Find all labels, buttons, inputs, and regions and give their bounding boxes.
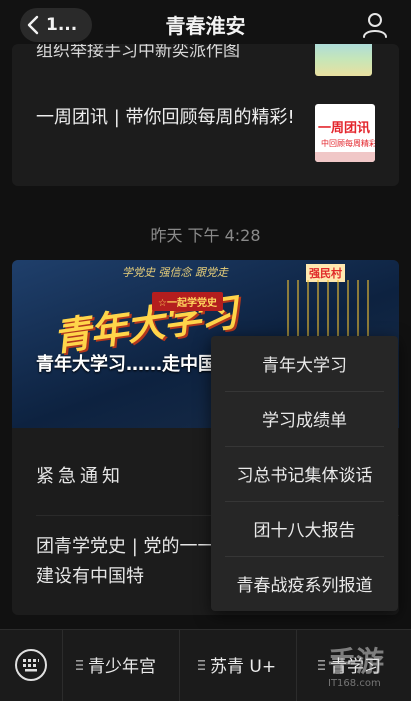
article-title[interactable]: 一周团讯 | 带你回顾每周的精彩! xyxy=(36,104,301,132)
menu-item-collective-talk[interactable]: 习总书记集体谈话 xyxy=(211,446,398,501)
menu-popup: 青年大学习 学习成绩单 习总书记集体谈话 团十八大报告 青春战疫系列报道 xyxy=(211,336,398,611)
menu-item-congress-report[interactable]: 团十八大报告 xyxy=(211,501,398,556)
watermark-url: IT168.com xyxy=(328,678,381,689)
watermark-logo-text: 手游 xyxy=(328,645,385,678)
party-history-item[interactable]: 团青学党史 | 党的一一把建设有中国特 xyxy=(36,532,236,592)
navigation-bar: 1... 青春淮安 xyxy=(0,0,411,50)
cover-calligraphy: 学党史 强信念 跟党走 xyxy=(122,266,228,279)
tab-label: 青少年宫 xyxy=(88,657,156,677)
weekly-news-thumbnail[interactable]: 一周团讯 中回顾每周精彩 xyxy=(315,104,375,162)
message-card-weekly[interactable]: 组织举接手习中新奕派作图 一周团讯 | 带你回顾每周的精彩! 一周团讯 中回顾每… xyxy=(12,44,399,186)
menu-lines-icon xyxy=(198,659,205,670)
menu-item-epidemic-reports[interactable]: 青春战疫系列报道 xyxy=(211,556,398,611)
menu-item-youth-study[interactable]: 青年大学习 xyxy=(211,336,398,391)
cover-badge: ☆一起学党史 xyxy=(152,292,223,311)
watermark-logo: 手游 IT168.com xyxy=(316,640,411,696)
menu-item-report-card[interactable]: 学习成绩单 xyxy=(211,391,398,446)
keyboard-icon[interactable] xyxy=(14,648,48,682)
thumbnail-label: 一周团讯 xyxy=(318,121,371,136)
tab-label: 苏青 U+ xyxy=(210,657,277,677)
tab-youth-palace[interactable]: 青少年宫 xyxy=(76,652,156,677)
user-profile-icon[interactable] xyxy=(361,11,389,39)
tab-suqing-uplus[interactable]: 苏青 U+ xyxy=(198,652,276,677)
article-thumbnail[interactable] xyxy=(315,44,372,76)
cover-building-graphic xyxy=(287,280,373,340)
thumbnail-sublabel: 中回顾每周精彩 xyxy=(321,139,375,148)
menu-lines-icon xyxy=(76,659,83,670)
message-timestamp: 昨天 下午 4:28 xyxy=(150,226,261,245)
cut-off-article-title[interactable]: 组织举接手习中新奕派作图 xyxy=(36,44,306,61)
page-title: 青春淮安 xyxy=(165,14,246,38)
urgent-notice-item[interactable]: 紧急通知 xyxy=(36,462,124,488)
